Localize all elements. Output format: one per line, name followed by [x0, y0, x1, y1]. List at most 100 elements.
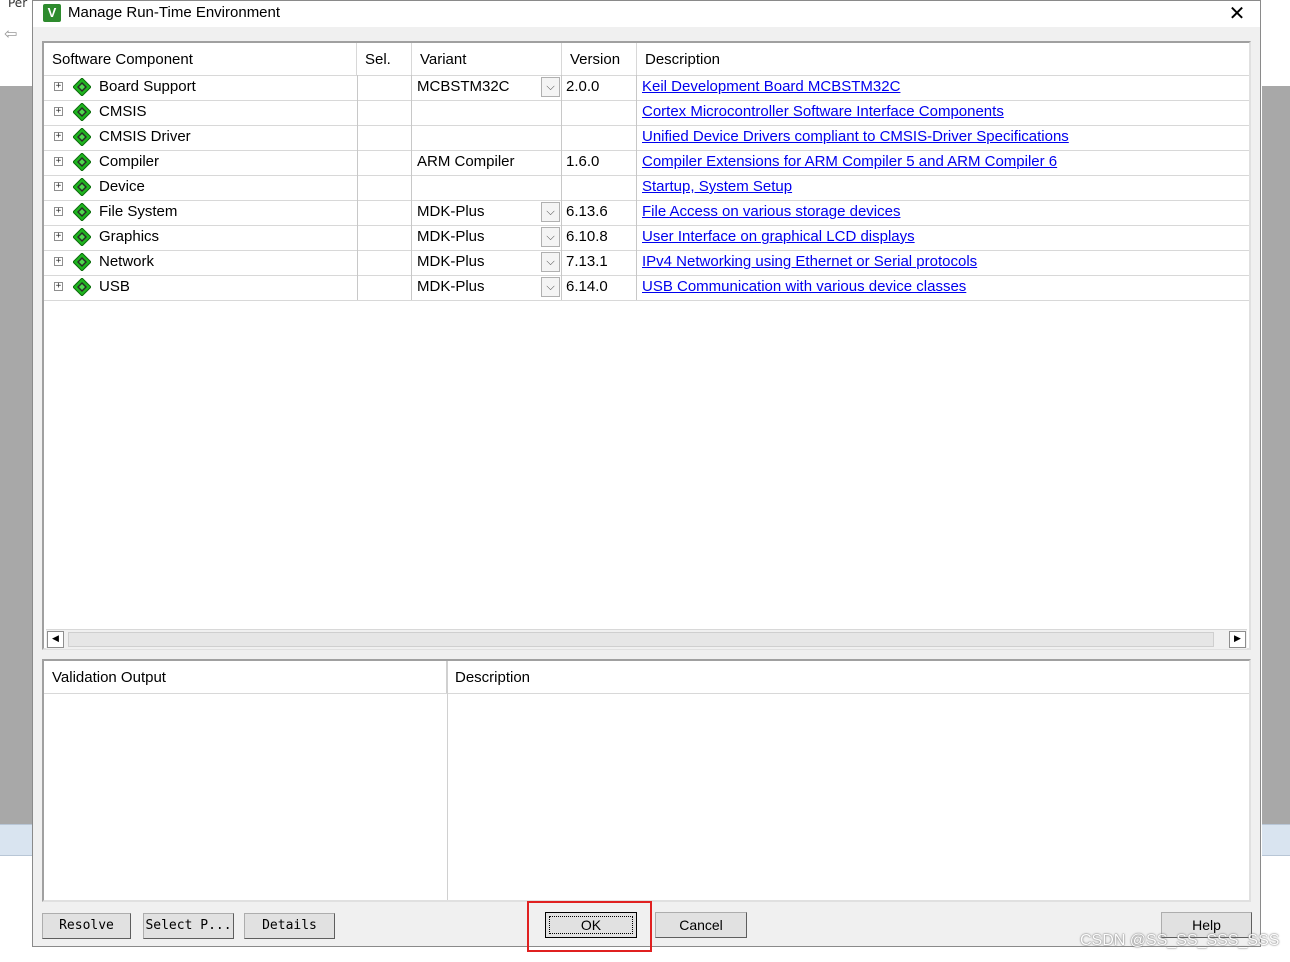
variant-cell[interactable]: MCBSTM32C ⌵	[412, 75, 562, 100]
expand-icon[interactable]: +	[54, 132, 63, 141]
chevron-down-icon[interactable]: ⌵	[541, 277, 560, 297]
header-validation-output[interactable]: Validation Output	[44, 661, 447, 693]
variant-value: ARM Compiler	[417, 153, 515, 170]
manage-rte-dialog: V Manage Run-Time Environment ✕ Software…	[32, 0, 1261, 952]
keil-v-icon: V	[43, 4, 61, 22]
header-software-component[interactable]: Software Component	[44, 43, 357, 75]
description-link[interactable]: Unified Device Drivers compliant to CMSI…	[642, 128, 1069, 145]
variant-cell[interactable]: MDK-Plus ⌵	[412, 200, 562, 225]
sel-cell[interactable]	[357, 275, 412, 300]
version-cell: 6.14.0	[562, 275, 637, 300]
expand-icon[interactable]: +	[54, 157, 63, 166]
ok-button[interactable]: OK	[545, 912, 637, 938]
cancel-button[interactable]: Cancel	[655, 912, 747, 938]
component-name: Network	[99, 253, 155, 270]
description-cell: Startup, System Setup	[637, 175, 1249, 200]
table-row[interactable]: + CMSIS Cortex Microcontroller Software In…	[44, 100, 1249, 126]
table-row[interactable]: + Graphics MDK-Plus ⌵ 6.10.8 User Interface o…	[44, 225, 1249, 251]
validation-header: Validation Output Description	[44, 661, 1249, 694]
chevron-down-icon[interactable]: ⌵	[541, 77, 560, 97]
chevron-down-icon[interactable]: ⌵	[541, 252, 560, 272]
component-gem-icon	[73, 78, 91, 96]
description-link[interactable]: USB Communication with various device cl…	[642, 278, 966, 295]
table-row[interactable]: + CMSIS Driver Unified Device Drivers comp…	[44, 125, 1249, 151]
description-link[interactable]: User Interface on graphical LCD displays	[642, 228, 915, 245]
background-band-right	[1262, 824, 1290, 856]
table-row[interactable]: + Device Startup, System Setup	[44, 175, 1249, 201]
horizontal-scrollbar[interactable]: ◀ ▶	[46, 629, 1247, 649]
expand-icon[interactable]: +	[54, 282, 63, 291]
table-row[interactable]: + Compiler ARM Compiler 1.6.0 Compiler Exten…	[44, 150, 1249, 176]
sel-cell[interactable]	[357, 150, 412, 175]
header-variant[interactable]: Variant	[412, 43, 562, 75]
description-link[interactable]: Cortex Microcontroller Software Interfac…	[642, 103, 1004, 120]
header-validation-description[interactable]: Description	[447, 661, 1249, 693]
sel-cell[interactable]	[357, 200, 412, 225]
table-row[interactable]: + USB MDK-Plus ⌵ 6.14.0 USB Communication wit…	[44, 275, 1249, 301]
component-cell: + Compiler	[44, 150, 357, 175]
sel-cell[interactable]	[357, 75, 412, 100]
component-cell: + File System	[44, 200, 357, 225]
scroll-right-icon[interactable]: ▶	[1229, 631, 1246, 648]
description-link[interactable]: File Access on various storage devices	[642, 203, 900, 220]
description-cell: IPv4 Networking using Ethernet or Serial…	[637, 250, 1249, 275]
expand-icon[interactable]: +	[54, 207, 63, 216]
version-cell: 2.0.0	[562, 75, 637, 100]
variant-cell	[412, 125, 562, 150]
description-link[interactable]: Startup, System Setup	[642, 178, 792, 195]
component-gem-icon	[73, 278, 91, 296]
table-row[interactable]: + Network MDK-Plus ⌵ 7.13.1 IPv4 Networking u…	[44, 250, 1249, 276]
variant-value: MDK-Plus	[417, 253, 485, 270]
close-button[interactable]: ✕	[1224, 1, 1250, 25]
description-link[interactable]: IPv4 Networking using Ethernet or Serial…	[642, 253, 977, 270]
expand-icon[interactable]: +	[54, 232, 63, 241]
description-link[interactable]: Compiler Extensions for ARM Compiler 5 a…	[642, 153, 1057, 170]
scroll-left-icon[interactable]: ◀	[47, 631, 64, 648]
background-partial-text: Per	[8, 0, 28, 10]
variant-cell[interactable]: MDK-Plus ⌵	[412, 250, 562, 275]
component-name: CMSIS Driver	[99, 128, 191, 145]
description-cell: USB Communication with various device cl…	[637, 275, 1249, 300]
validation-divider	[447, 661, 448, 900]
component-gem-icon	[73, 128, 91, 146]
table-row[interactable]: + Board Support MCBSTM32C ⌵ 2.0.0 Keil Develo…	[44, 75, 1249, 101]
expand-icon[interactable]: +	[54, 182, 63, 191]
header-description[interactable]: Description	[637, 43, 1249, 75]
variant-cell[interactable]: MDK-Plus ⌵	[412, 275, 562, 300]
chevron-down-icon[interactable]: ⌵	[541, 227, 560, 247]
description-cell: Unified Device Drivers compliant to CMSI…	[637, 125, 1249, 150]
description-link[interactable]: Keil Development Board MCBSTM32C	[642, 78, 900, 95]
chevron-down-icon[interactable]: ⌵	[541, 202, 560, 222]
resolve-button[interactable]: Resolve	[42, 913, 131, 939]
sel-cell[interactable]	[357, 100, 412, 125]
details-button[interactable]: Details	[244, 913, 335, 939]
scroll-thumb[interactable]	[68, 632, 1214, 647]
expand-icon[interactable]: +	[54, 82, 63, 91]
version-cell: 7.13.1	[562, 250, 637, 275]
header-sel[interactable]: Sel.	[357, 43, 412, 75]
sel-cell[interactable]	[357, 225, 412, 250]
component-name: Board Support	[99, 78, 196, 95]
watermark: CSDN @SS_SS_SSS_SSS	[1080, 932, 1280, 949]
sel-cell[interactable]	[357, 250, 412, 275]
version-cell: 1.6.0	[562, 150, 637, 175]
sel-cell[interactable]	[357, 175, 412, 200]
component-cell: + USB	[44, 275, 357, 300]
component-cell: + Device	[44, 175, 357, 200]
select-packs-button[interactable]: Select P...	[143, 913, 234, 939]
sel-cell[interactable]	[357, 125, 412, 150]
header-version[interactable]: Version	[562, 43, 637, 75]
table-row[interactable]: + File System MDK-Plus ⌵ 6.13.6 File Access o…	[44, 200, 1249, 226]
expand-icon[interactable]: +	[54, 257, 63, 266]
component-gem-icon	[73, 153, 91, 171]
component-gem-icon	[73, 103, 91, 121]
description-cell: Compiler Extensions for ARM Compiler 5 a…	[637, 150, 1249, 175]
version-cell	[562, 100, 637, 125]
expand-icon[interactable]: +	[54, 107, 63, 116]
variant-cell[interactable]: MDK-Plus ⌵	[412, 225, 562, 250]
component-cell: + Graphics	[44, 225, 357, 250]
dialog-title: Manage Run-Time Environment	[68, 4, 281, 21]
background-gray-area-left	[0, 86, 32, 824]
version-cell: 6.13.6	[562, 200, 637, 225]
component-gem-icon	[73, 228, 91, 246]
